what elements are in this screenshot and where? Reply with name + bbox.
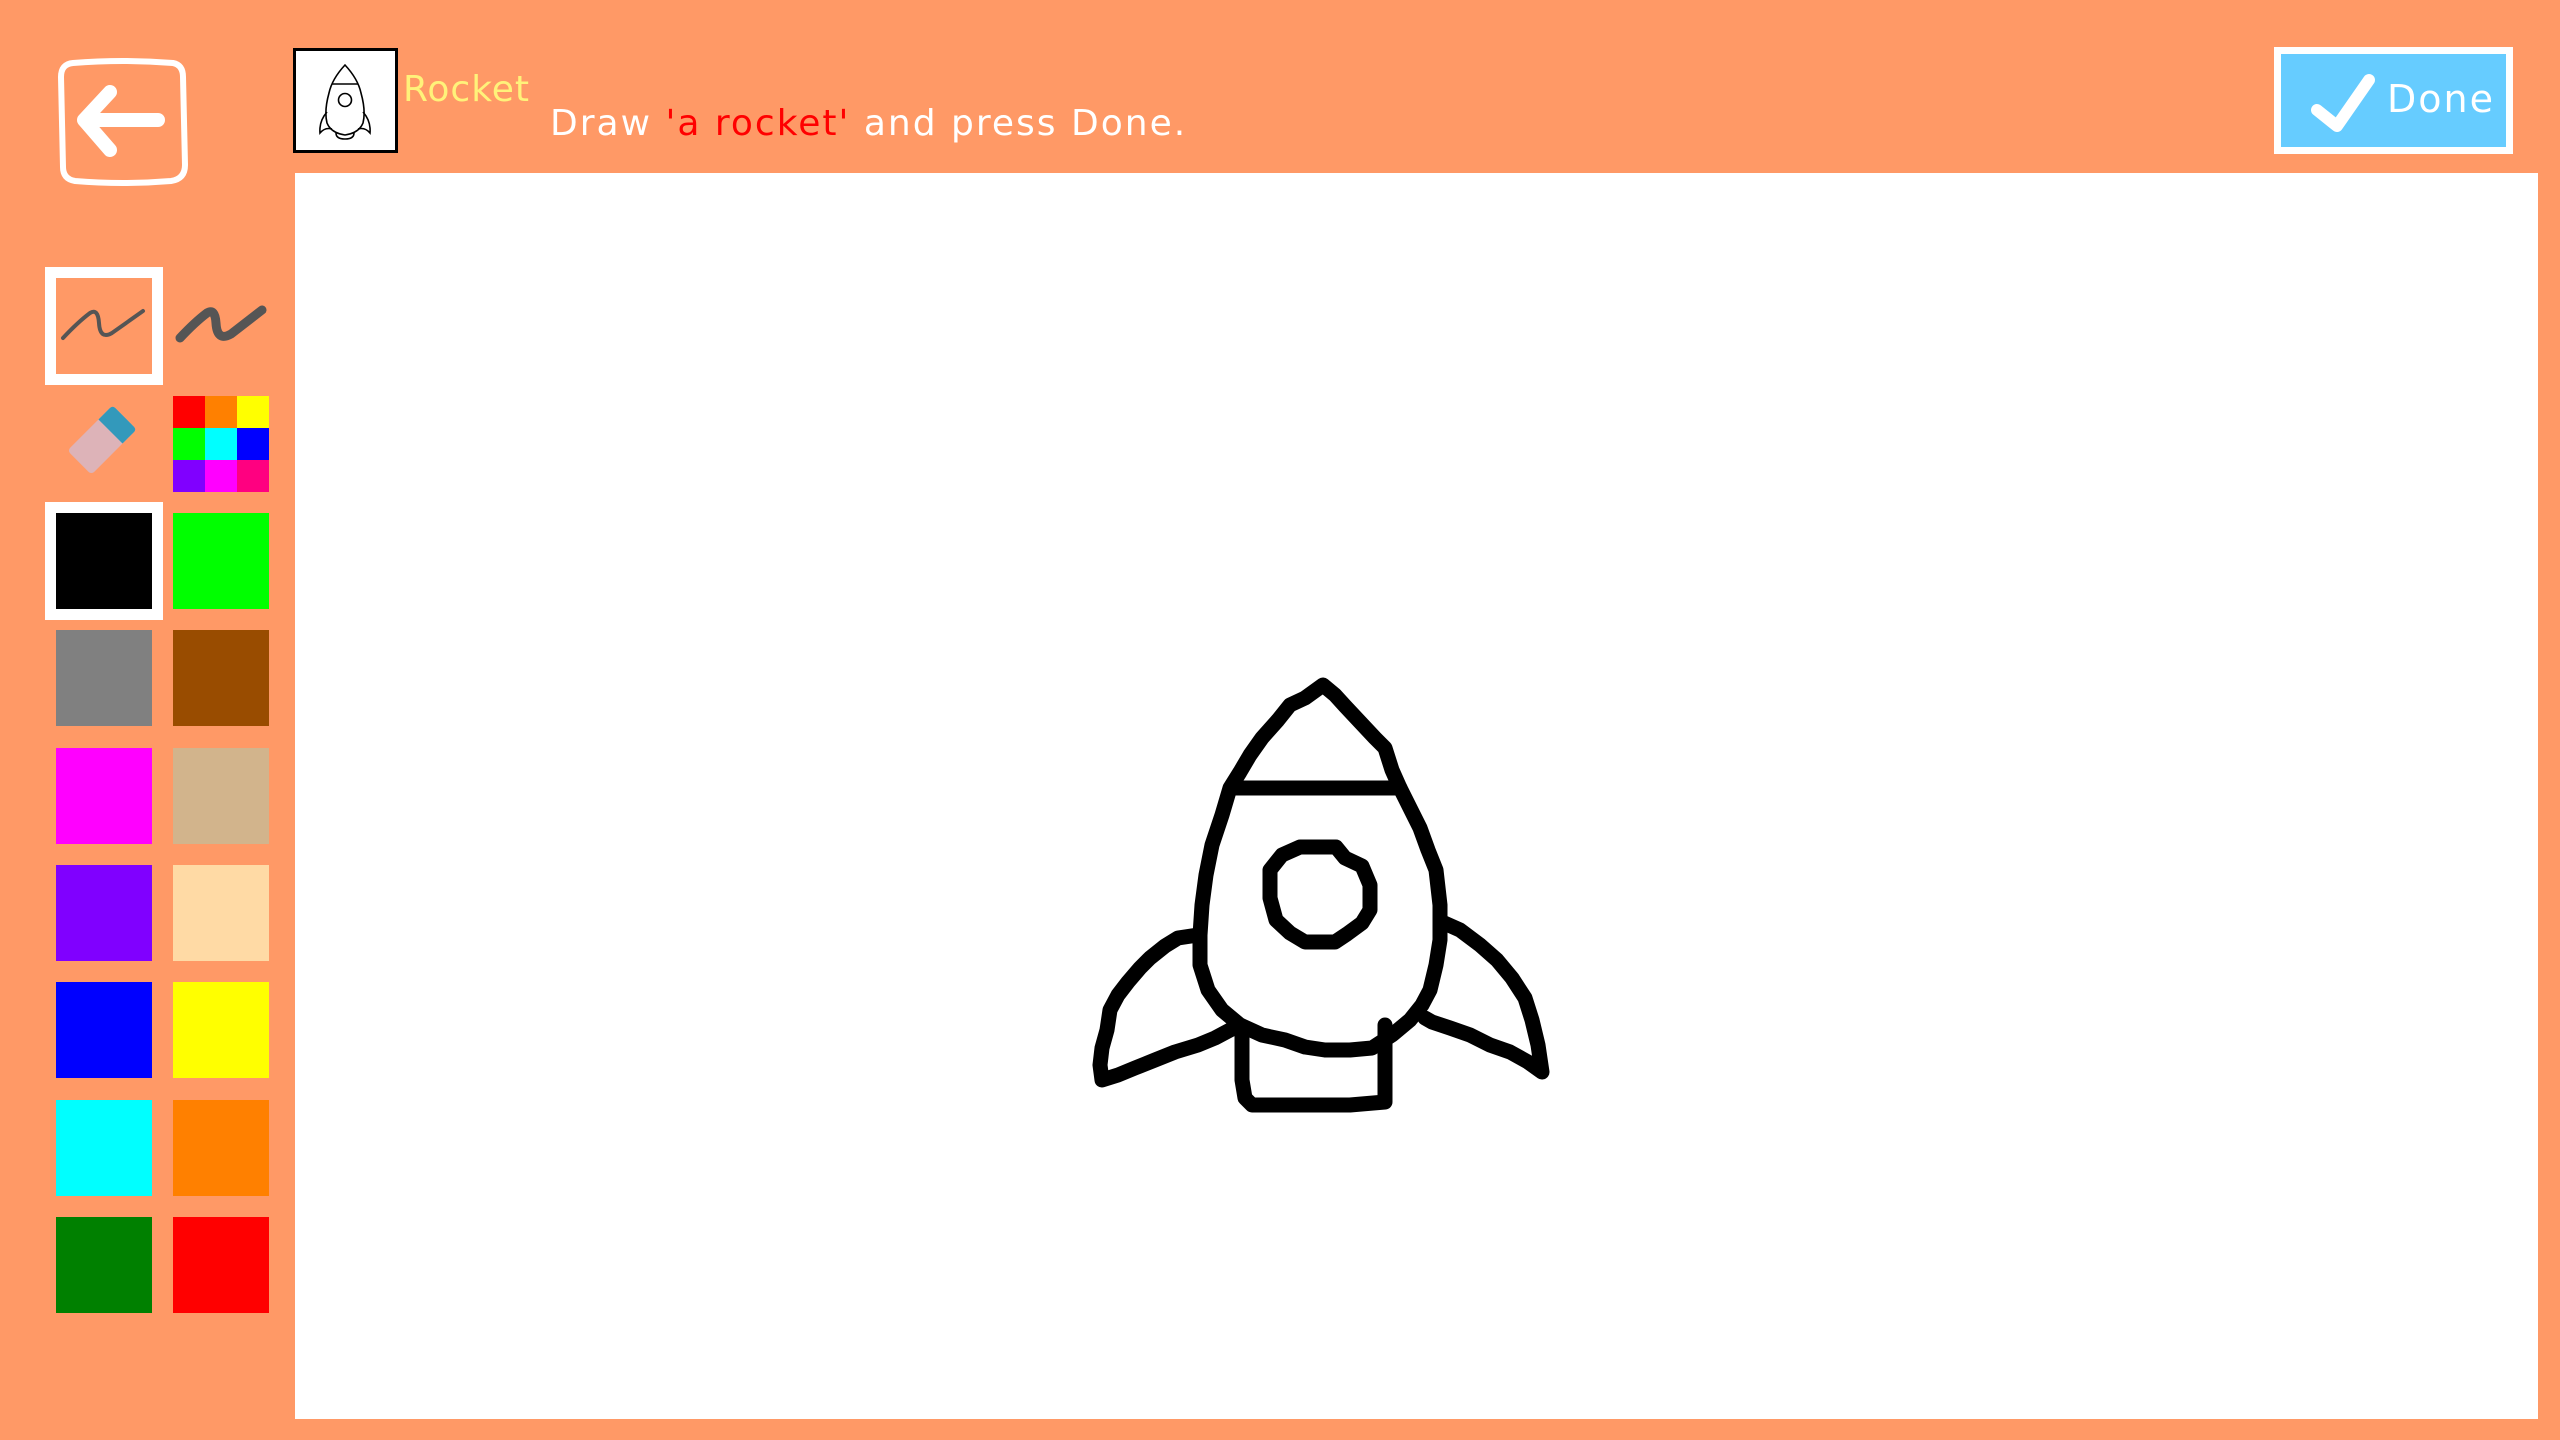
color-grid-cell [237,428,269,460]
back-button[interactable] [57,55,189,188]
color-swatch-tan[interactable] [173,748,269,844]
thick-pen-tool[interactable] [173,278,269,374]
color-swatch-purple[interactable] [56,865,152,961]
reference-thumbnail [293,48,398,153]
color-swatch-yellow[interactable] [173,982,269,1078]
done-label: Done [2387,77,2495,121]
subject-label: Rocket [403,69,531,110]
eraser-tool[interactable] [56,396,152,492]
thick-pen-icon [175,305,267,343]
eraser-icon [69,406,136,473]
color-swatch-orange[interactable] [173,1100,269,1196]
rocket-reference-icon [319,63,371,140]
instruction-text: Draw 'a rocket' and press Done. [550,106,1187,142]
thin-pen-icon [61,309,145,340]
color-swatch-cyan[interactable] [56,1100,152,1196]
checkmark-icon [2311,74,2375,132]
color-swatch-green[interactable] [56,1217,152,1313]
color-grid-cell [237,460,269,492]
color-grid-cell [173,428,205,460]
color-swatch-magenta[interactable] [56,748,152,844]
color-swatch-peach[interactable] [173,865,269,961]
color-swatch-brown[interactable] [173,630,269,726]
color-swatch-blue[interactable] [56,982,152,1078]
color-swatch-lime[interactable] [173,513,269,609]
arrow-left-icon [58,58,188,186]
color-grid-cell [173,460,205,492]
color-grid-cell [205,396,237,428]
color-grid-cell [173,396,205,428]
color-grid-cell [237,396,269,428]
rocket-porthole-stroke [1262,839,1378,950]
color-swatch-gray[interactable] [56,630,152,726]
color-grid-cell [205,460,237,492]
done-button[interactable]: Done [2274,47,2513,154]
instruction-suffix: and press Done. [850,103,1188,144]
thin-pen-tool[interactable] [45,267,163,385]
drawing-canvas[interactable] [295,173,2538,1419]
instruction-subject: 'a rocket' [665,103,851,144]
color-picker-tool[interactable] [173,396,269,492]
color-grid-cell [205,428,237,460]
user-drawing-rocket [1092,677,1550,1113]
color-swatch-red[interactable] [173,1217,269,1313]
rocket-body-stroke [1192,677,1448,1058]
instruction-prefix: Draw [550,103,666,144]
color-swatch-black[interactable] [45,502,163,620]
